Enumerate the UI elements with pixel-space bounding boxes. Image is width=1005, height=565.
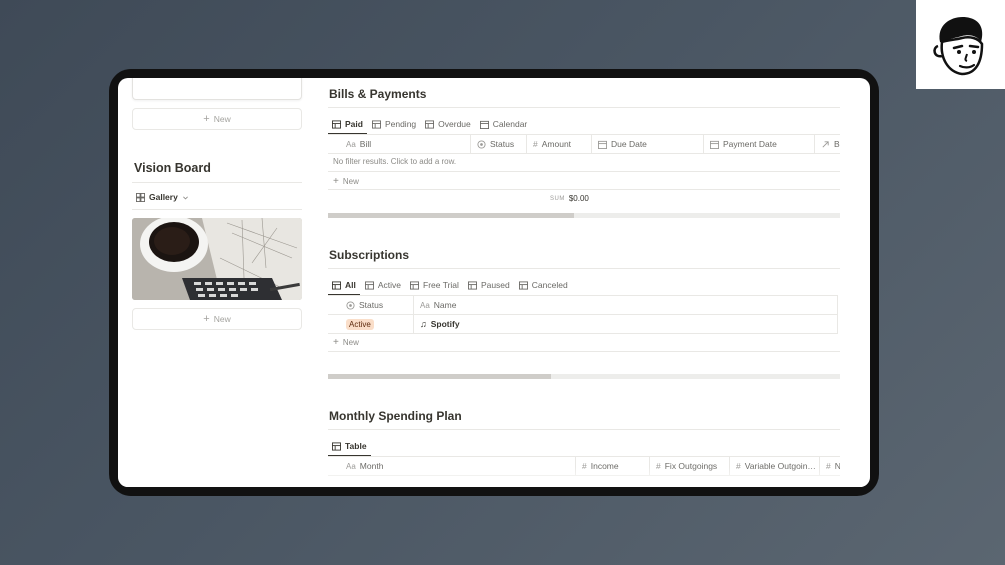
scrollbar-thumb[interactable] bbox=[328, 213, 574, 218]
gallery-card-image[interactable] bbox=[132, 218, 302, 300]
bottom-fade bbox=[118, 467, 870, 487]
right-column: Bills & Payments Paid Pending Overdue Ca… bbox=[328, 78, 840, 487]
tab-paused[interactable]: Paused bbox=[464, 276, 514, 294]
tab-table[interactable]: Table bbox=[328, 437, 371, 457]
plus-icon: + bbox=[203, 113, 210, 125]
gallery-icon bbox=[136, 192, 145, 202]
calendar-icon bbox=[479, 120, 489, 129]
bills-new-row-button[interactable]: + New bbox=[333, 176, 359, 187]
table-icon bbox=[332, 119, 341, 129]
table-icon bbox=[332, 441, 341, 451]
text-type-icon: Aa bbox=[346, 139, 356, 149]
table-icon bbox=[410, 280, 420, 290]
divider bbox=[328, 153, 840, 154]
divider bbox=[132, 182, 302, 183]
number-type-icon: # bbox=[533, 139, 538, 149]
arrow-up-right-icon bbox=[822, 140, 829, 148]
board-card[interactable] bbox=[132, 78, 302, 100]
table-row[interactable]: Active ♫ Spotify bbox=[328, 315, 838, 333]
new-card-button-top[interactable]: + New bbox=[132, 108, 302, 130]
avatar bbox=[916, 0, 1005, 89]
text-type-icon: Aa bbox=[420, 300, 430, 310]
status-badge: Active bbox=[346, 318, 374, 330]
status-cell[interactable]: Active bbox=[328, 315, 414, 333]
subscriptions-title: Subscriptions bbox=[329, 248, 410, 262]
column-header-name[interactable]: Aa Name bbox=[414, 296, 838, 314]
empty-filter-message[interactable]: No filter results. Click to add a row. bbox=[333, 157, 456, 166]
plus-icon: + bbox=[333, 337, 339, 348]
bills-horizontal-scrollbar[interactable] bbox=[328, 213, 840, 218]
column-header-bill[interactable]: Aa Bill bbox=[328, 135, 471, 153]
tab-canceled[interactable]: Canceled bbox=[515, 276, 572, 294]
column-header-status[interactable]: Status bbox=[471, 135, 527, 153]
column-header-truncated[interactable]: Bo bbox=[815, 135, 840, 153]
bills-header-row: Aa Bill Status # Amount Due Date Payment… bbox=[328, 135, 840, 153]
tab-overdue[interactable]: Overdue bbox=[421, 115, 475, 133]
divider bbox=[328, 429, 840, 430]
spending-title: Monthly Spending Plan bbox=[329, 409, 462, 423]
column-header-status[interactable]: Status bbox=[328, 296, 414, 314]
subscriptions-header-row: Status Aa Name bbox=[328, 296, 838, 314]
divider bbox=[328, 333, 838, 334]
scrollbar-thumb[interactable] bbox=[328, 374, 551, 379]
spending-tabs: Table bbox=[328, 437, 372, 457]
plus-icon: + bbox=[333, 176, 339, 187]
column-header-due-date[interactable]: Due Date bbox=[592, 135, 704, 153]
subscriptions-new-row-button[interactable]: + New bbox=[333, 337, 359, 348]
coffee-calculator-photo bbox=[132, 218, 302, 300]
tab-all[interactable]: All bbox=[328, 276, 360, 296]
bills-tabs: Paid Pending Overdue Calendar bbox=[328, 115, 532, 135]
bills-title: Bills & Payments bbox=[329, 87, 427, 101]
divider bbox=[328, 171, 840, 172]
subscriptions-tabs: All Active Free Trial Paused Canceled bbox=[328, 276, 573, 296]
tab-gallery[interactable]: Gallery bbox=[136, 192, 189, 202]
music-note-icon: ♫ bbox=[420, 319, 427, 329]
notion-page: + New Vision Board Gallery + New Bills &… bbox=[118, 78, 870, 487]
subscriptions-horizontal-scrollbar[interactable] bbox=[328, 374, 840, 379]
table-icon bbox=[467, 280, 477, 290]
calendar-icon bbox=[710, 140, 719, 149]
tab-free-trial[interactable]: Free Trial bbox=[406, 276, 463, 294]
tab-pending[interactable]: Pending bbox=[368, 115, 420, 133]
sum-calculation[interactable]: SUM $0.00 bbox=[550, 194, 589, 203]
chevron-down-icon bbox=[182, 196, 188, 199]
divider bbox=[328, 268, 840, 269]
tab-active[interactable]: Active bbox=[361, 276, 405, 294]
divider bbox=[132, 209, 302, 210]
calendar-icon bbox=[598, 140, 607, 149]
tab-calendar[interactable]: Calendar bbox=[476, 115, 532, 133]
name-cell[interactable]: ♫ Spotify bbox=[414, 315, 838, 333]
divider bbox=[328, 107, 840, 108]
cartoon-face-icon bbox=[933, 17, 984, 76]
table-icon bbox=[518, 280, 528, 290]
table-icon bbox=[425, 119, 435, 129]
divider bbox=[328, 189, 840, 190]
table-icon bbox=[332, 280, 341, 290]
plus-icon: + bbox=[203, 313, 210, 325]
table-icon bbox=[371, 119, 381, 129]
left-column: + New Vision Board Gallery + New bbox=[132, 78, 302, 487]
status-icon bbox=[346, 300, 355, 310]
status-icon bbox=[477, 139, 486, 149]
tab-paid[interactable]: Paid bbox=[328, 115, 367, 135]
tablet-frame: + New Vision Board Gallery + New Bills &… bbox=[109, 69, 879, 496]
column-header-payment-date[interactable]: Payment Date bbox=[704, 135, 815, 153]
vision-board-title: Vision Board bbox=[134, 161, 211, 175]
column-header-amount[interactable]: # Amount bbox=[527, 135, 592, 153]
divider bbox=[328, 351, 840, 352]
new-card-button-bottom[interactable]: + New bbox=[132, 308, 302, 330]
table-icon bbox=[364, 280, 374, 290]
